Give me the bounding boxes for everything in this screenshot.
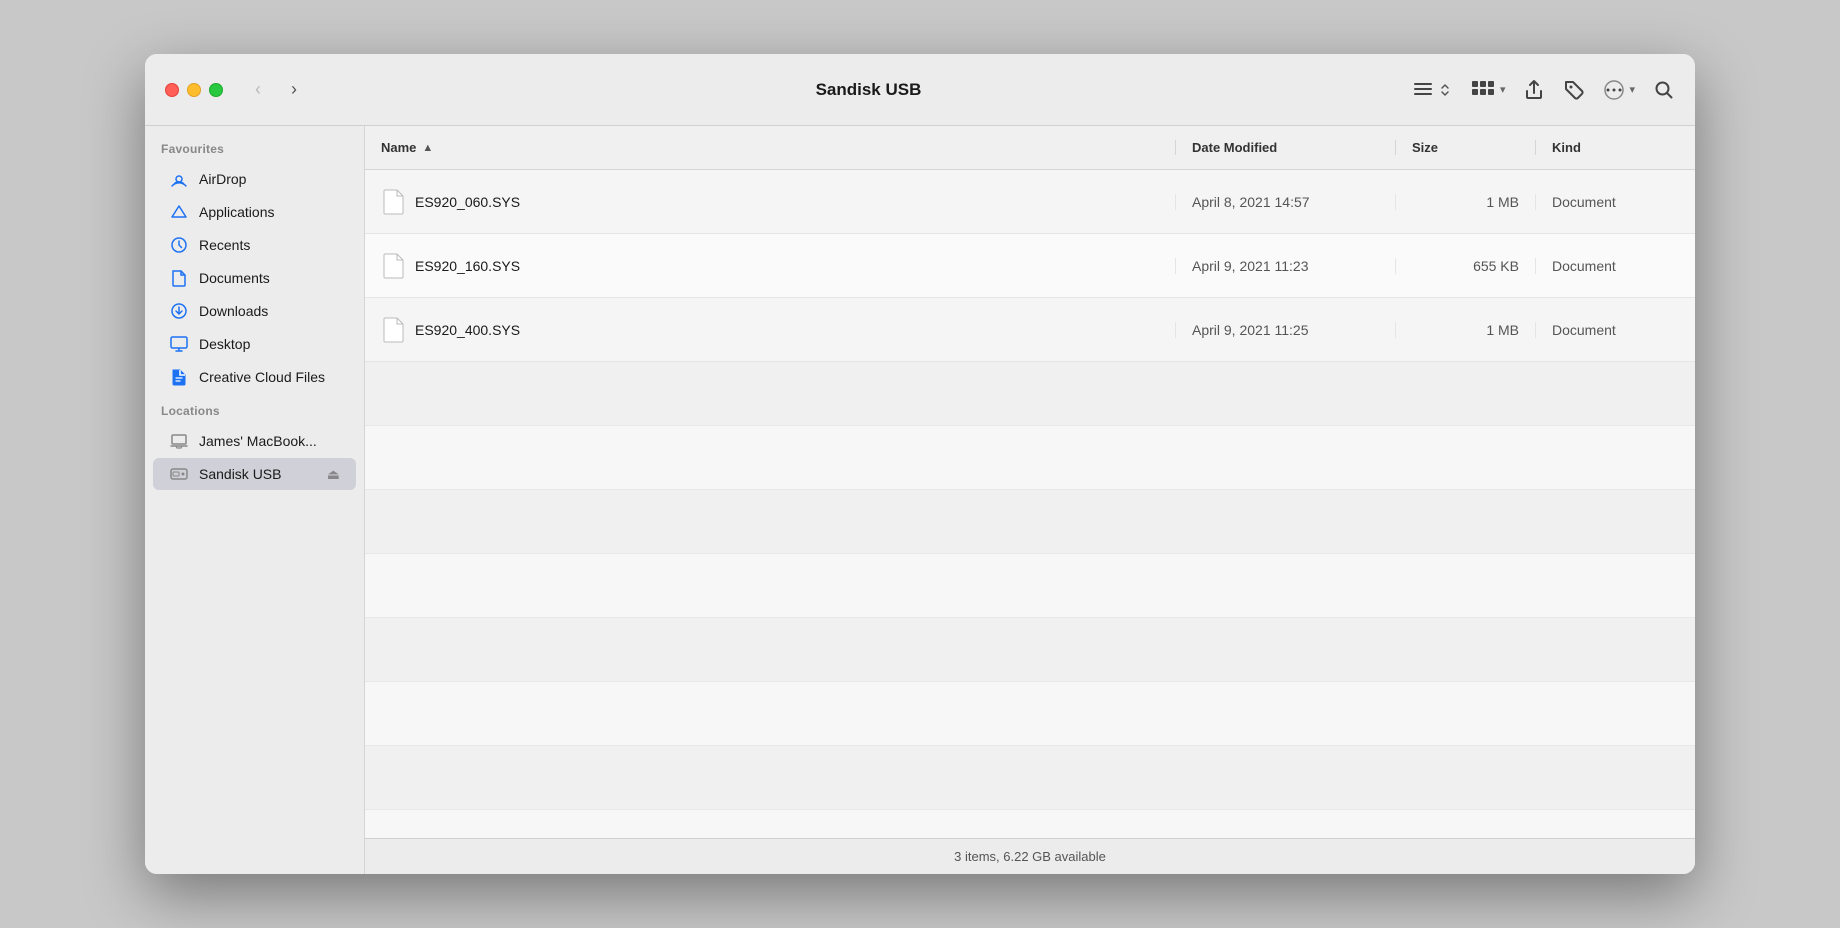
file-name-cell: ES920_060.SYS (365, 188, 1175, 216)
sidebar-item-creative-cloud[interactable]: Creative Cloud Files (153, 361, 356, 393)
list-view-icon (1412, 79, 1434, 101)
filelist-header: Name ▲ Date Modified Size Kind (365, 126, 1695, 170)
traffic-lights (165, 83, 223, 97)
tag-icon (1563, 79, 1585, 101)
recents-icon (169, 235, 189, 255)
favourites-label: Favourites (145, 142, 364, 162)
file-size-cell: 1 MB (1395, 194, 1535, 210)
documents-label: Documents (199, 270, 270, 286)
file-icon (381, 188, 405, 216)
empty-row (365, 554, 1695, 618)
file-kind-cell: Document (1535, 258, 1695, 274)
macbook-label: James' MacBook... (199, 433, 317, 449)
filelist-body: ES920_060.SYS April 8, 2021 14:57 1 MB D… (365, 170, 1695, 838)
chevron-up-down-icon (1438, 83, 1452, 97)
locations-label: Locations (145, 404, 364, 424)
sidebar-item-macbook[interactable]: James' MacBook... (153, 425, 356, 457)
applications-label: Applications (199, 204, 275, 220)
downloads-label: Downloads (199, 303, 268, 319)
file-date-cell: April 9, 2021 11:23 (1175, 258, 1395, 274)
empty-row (365, 490, 1695, 554)
sidebar-item-airdrop[interactable]: AirDrop (153, 163, 356, 195)
column-kind[interactable]: Kind (1535, 140, 1695, 155)
downloads-icon (169, 301, 189, 321)
sort-arrow-icon: ▲ (422, 142, 433, 154)
nav-buttons: ‹ › (243, 75, 309, 105)
file-icon (381, 316, 405, 344)
file-size-cell: 655 KB (1395, 258, 1535, 274)
file-name-cell: ES920_400.SYS (365, 316, 1175, 344)
column-size[interactable]: Size (1395, 140, 1535, 155)
grid-view-button[interactable]: ▾ (1470, 79, 1506, 101)
close-button[interactable] (165, 83, 179, 97)
sidebar-item-desktop[interactable]: Desktop (153, 328, 356, 360)
airdrop-icon (169, 169, 189, 189)
fullscreen-button[interactable] (209, 83, 223, 97)
column-name[interactable]: Name ▲ (365, 140, 1175, 155)
name-column-label: Name (381, 140, 416, 155)
sidebar-item-documents[interactable]: Documents (153, 262, 356, 294)
forward-button[interactable]: › (279, 75, 309, 105)
grid-chevron-icon: ▾ (1500, 83, 1506, 96)
back-button[interactable]: ‹ (243, 75, 273, 105)
creative-cloud-label: Creative Cloud Files (199, 369, 325, 385)
search-icon (1653, 79, 1675, 101)
main-area: Favourites AirDrop (145, 126, 1695, 874)
drive-icon (169, 464, 189, 484)
applications-icon (169, 202, 189, 222)
eject-button[interactable]: ⏏ (327, 466, 340, 483)
more-chevron-icon: ▾ (1629, 83, 1635, 96)
empty-row (365, 682, 1695, 746)
grid-view-icon (1470, 79, 1496, 101)
file-list: Name ▲ Date Modified Size Kind (365, 126, 1695, 874)
sidebar-item-applications[interactable]: Applications (153, 196, 356, 228)
file-name: ES920_400.SYS (415, 322, 520, 338)
sandisk-label: Sandisk USB (199, 466, 281, 482)
file-name: ES920_060.SYS (415, 194, 520, 210)
recents-label: Recents (199, 237, 250, 253)
file-name: ES920_160.SYS (415, 258, 520, 274)
sidebar: Favourites AirDrop (145, 126, 365, 874)
empty-row (365, 426, 1695, 490)
minimize-button[interactable] (187, 83, 201, 97)
tag-button[interactable] (1563, 79, 1585, 101)
empty-row (365, 362, 1695, 426)
creative-cloud-icon (169, 367, 189, 387)
file-size-cell: 1 MB (1395, 322, 1535, 338)
empty-row (365, 618, 1695, 682)
table-row[interactable]: ES920_160.SYS April 9, 2021 11:23 655 KB… (365, 234, 1695, 298)
toolbar-right: ▾ (1412, 79, 1675, 101)
laptop-icon (169, 431, 189, 451)
ellipsis-icon (1603, 79, 1625, 101)
share-icon (1523, 79, 1545, 101)
view-toggle-button[interactable] (1412, 79, 1452, 101)
table-row[interactable]: ES920_400.SYS April 9, 2021 11:25 1 MB D… (365, 298, 1695, 362)
sidebar-item-sandisk[interactable]: Sandisk USB ⏏ (153, 458, 356, 490)
search-button[interactable] (1653, 79, 1675, 101)
file-kind-cell: Document (1535, 194, 1695, 210)
window-title: Sandisk USB (325, 80, 1412, 100)
desktop-label: Desktop (199, 336, 250, 352)
status-text: 3 items, 6.22 GB available (954, 849, 1106, 864)
empty-row (365, 746, 1695, 810)
more-button[interactable]: ▾ (1603, 79, 1635, 101)
file-icon (381, 252, 405, 280)
file-date-cell: April 9, 2021 11:25 (1175, 322, 1395, 338)
column-date-modified[interactable]: Date Modified (1175, 140, 1395, 155)
titlebar: ‹ › Sandisk USB (145, 54, 1695, 126)
airdrop-label: AirDrop (199, 171, 246, 187)
share-button[interactable] (1523, 79, 1545, 101)
file-name-cell: ES920_160.SYS (365, 252, 1175, 280)
status-bar: 3 items, 6.22 GB available (365, 838, 1695, 874)
documents-icon (169, 268, 189, 288)
file-date-cell: April 8, 2021 14:57 (1175, 194, 1395, 210)
desktop-icon (169, 334, 189, 354)
sidebar-item-recents[interactable]: Recents (153, 229, 356, 261)
sidebar-item-downloads[interactable]: Downloads (153, 295, 356, 327)
file-kind-cell: Document (1535, 322, 1695, 338)
finder-window: ‹ › Sandisk USB (145, 54, 1695, 874)
empty-row (365, 810, 1695, 838)
table-row[interactable]: ES920_060.SYS April 8, 2021 14:57 1 MB D… (365, 170, 1695, 234)
